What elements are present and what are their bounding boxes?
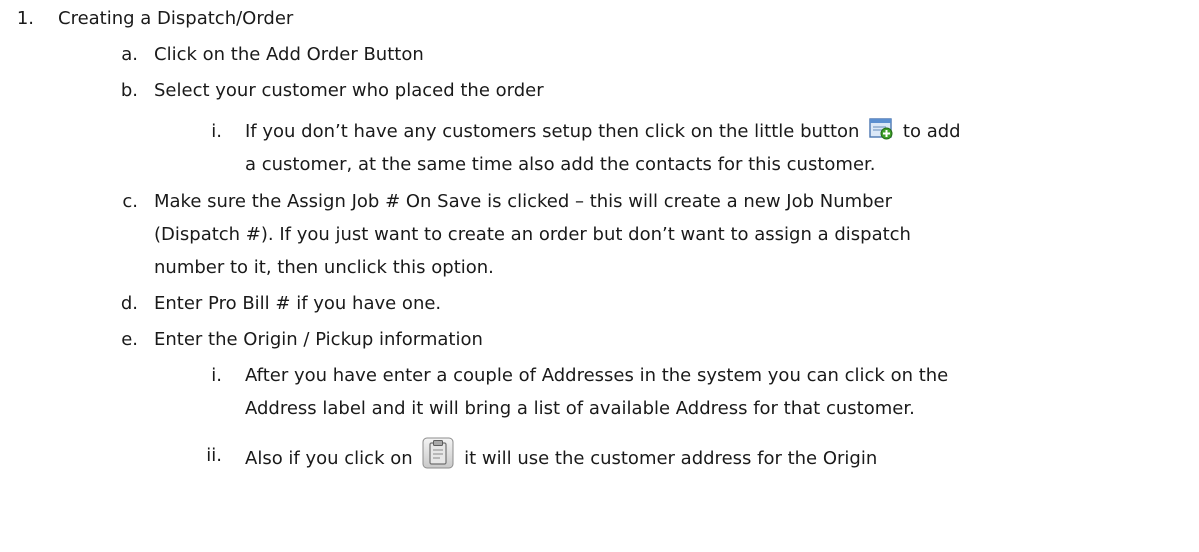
step-a-text: Click on the Add Order Button [154, 44, 424, 65]
list-marker-b-i: i. [211, 121, 222, 142]
add-customer-icon [869, 118, 893, 140]
list-marker-e-i: i. [211, 365, 222, 386]
step-e-ii-text-before-icon: Also if you click on [245, 448, 413, 469]
step-e-ii-text-after-icon: it will use the customer address for the… [464, 448, 878, 469]
step-c-line1: Make sure the Assign Job # On Save is cl… [154, 191, 893, 212]
step-e-text: Enter the Origin / Pickup information [154, 329, 483, 350]
list-marker-d: d. [120, 293, 138, 314]
list-marker-a: a. [121, 44, 138, 65]
list-marker-e: e. [121, 329, 138, 350]
heading-creating-dispatch-order: Creating a Dispatch/Order [58, 8, 294, 29]
step-b-text: Select your customer who placed the orde… [154, 80, 544, 101]
step-b-i-line2: a customer, at the same time also add th… [245, 154, 876, 175]
step-d-text: Enter Pro Bill # if you have one. [154, 293, 442, 314]
step-e-ii-line: Also if you click on it will use the cus… [245, 437, 878, 469]
step-b-i-text-before-icon: If you don’t have any customers setup th… [245, 121, 860, 142]
step-c-line3: number to it, then unclick this option. [154, 257, 494, 278]
step-c-line2: (Dispatch #). If you just want to create… [154, 224, 911, 245]
list-marker-b: b. [120, 80, 138, 101]
step-e-i-line2: Address label and it will bring a list o… [245, 398, 915, 419]
step-b-i-line1: If you don’t have any customers setup th… [245, 118, 961, 145]
step-e-i-line1: After you have enter a couple of Address… [245, 365, 949, 386]
step-b-i-text-after-icon: to add [902, 121, 961, 142]
list-marker-1: 1. [16, 8, 34, 29]
copy-address-icon [422, 437, 454, 469]
list-marker-c: c. [122, 191, 138, 212]
list-marker-e-ii: ii. [206, 445, 222, 466]
